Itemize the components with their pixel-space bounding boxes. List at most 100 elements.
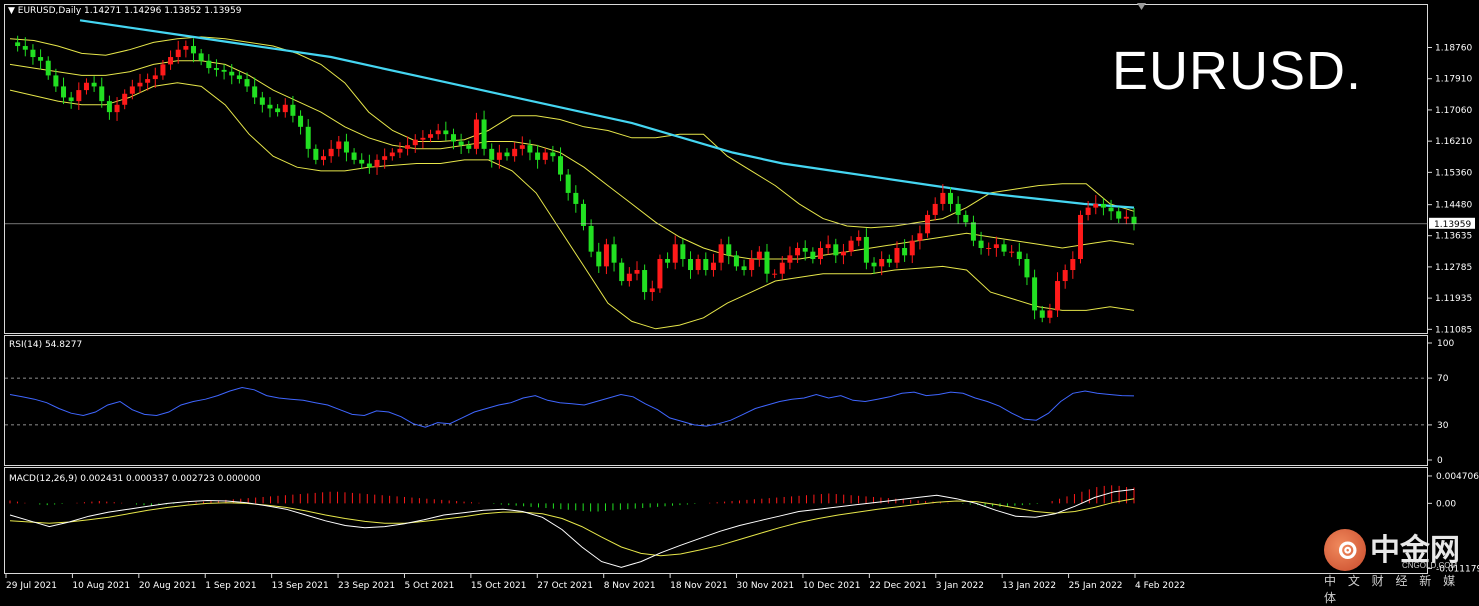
candle-body (30, 49, 36, 58)
time-tick-label: 10 Dec 2021 (803, 581, 861, 591)
symbol-header[interactable]: ▼ EURUSD,Daily 1.14271 1.14296 1.13852 1… (8, 6, 242, 16)
candle-body (550, 152, 556, 157)
candle-body (366, 163, 372, 168)
candle-body (902, 247, 908, 256)
candle-body (191, 46, 197, 54)
candle-body (145, 79, 151, 83)
candle-body (909, 240, 915, 256)
time-tick-label: 13 Jan 2022 (1002, 581, 1056, 591)
candle-body (634, 270, 640, 274)
candle-body (61, 86, 67, 98)
candle-body (947, 192, 953, 204)
rsi-tick-label: 0 (1437, 456, 1443, 466)
candle-body (802, 247, 808, 252)
candle-body (405, 145, 411, 149)
rsi-tick-label: 100 (1437, 339, 1454, 349)
candle-body (756, 251, 762, 260)
candle-body (382, 156, 388, 160)
candle-body (122, 93, 128, 105)
price-tick-label: 1.13635 (1435, 232, 1472, 242)
candle-body (649, 288, 655, 293)
rsi-header: RSI(14) 54.8277 (9, 340, 83, 350)
price-tick-label: 1.11085 (1435, 325, 1472, 335)
time-tick-label: 27 Oct 2021 (537, 581, 593, 591)
time-tick-label: 4 Feb 2022 (1135, 581, 1185, 591)
macd-tick-label: 0.00 (1436, 499, 1456, 509)
time-tick-label: 5 Oct 2021 (404, 581, 454, 591)
candle-body (1001, 244, 1007, 252)
candle-body (955, 203, 961, 215)
candle-body (428, 134, 434, 138)
candle-body (129, 86, 135, 94)
candle-body (787, 255, 793, 263)
candle-body (680, 244, 686, 260)
candle-body (917, 233, 923, 241)
candle-body (328, 148, 334, 157)
candle-body (76, 90, 82, 102)
macd-tick-label: 0.004706 (1436, 472, 1479, 482)
candle-body (305, 126, 311, 149)
candle-body (1062, 270, 1068, 282)
time-tick-label: 18 Nov 2021 (670, 581, 728, 591)
candle-body (512, 148, 518, 157)
candle-body (198, 53, 204, 61)
rsi-tick-label: 70 (1437, 374, 1449, 384)
candle-body (99, 86, 105, 102)
candle-body (703, 259, 709, 271)
candle-body (206, 60, 212, 69)
candle-body (688, 259, 694, 271)
candle-body (573, 192, 579, 204)
candle-body (580, 203, 586, 226)
candle-body (1116, 211, 1122, 219)
candle-body (542, 152, 548, 160)
candle-body (275, 108, 281, 113)
candle-body (749, 259, 755, 271)
candle-body (1070, 259, 1076, 271)
candle-body (795, 247, 801, 256)
time-tick-label: 10 Aug 2021 (72, 581, 130, 591)
candle-body (397, 148, 403, 153)
candle-body (114, 104, 120, 113)
candle-body (435, 130, 441, 135)
candle-body (168, 57, 174, 65)
candle-body (825, 244, 831, 248)
candle-body (175, 49, 181, 58)
candle-body (848, 240, 854, 252)
candle-body (588, 225, 594, 252)
time-tick-label: 20 Aug 2021 (139, 581, 197, 591)
candle-body (733, 255, 739, 267)
candle-body (450, 134, 456, 142)
candle-body (15, 42, 21, 47)
candle-body (978, 240, 984, 248)
candle-body (252, 86, 258, 98)
candle-body (481, 119, 487, 149)
candle-body (940, 192, 946, 204)
candle-body (565, 174, 571, 193)
time-tick-label: 30 Nov 2021 (737, 581, 795, 591)
candle-body (389, 152, 395, 157)
candle-body (527, 145, 533, 153)
candle-body (833, 244, 839, 256)
candle-body (1100, 203, 1106, 208)
candle-body (359, 159, 365, 164)
price-tick-label: 1.14480 (1435, 201, 1472, 211)
cngold-logo-icon: ⊚ (1324, 529, 1366, 571)
candle-body (213, 68, 219, 70)
close-icon[interactable] (1137, 3, 1146, 10)
candle-body (466, 145, 472, 149)
candle-body (672, 244, 678, 263)
candle-body (137, 82, 143, 87)
candle-body (535, 152, 541, 160)
candle-body (351, 152, 357, 160)
candle-body (473, 119, 479, 149)
price-tick-label: 1.12785 (1435, 263, 1472, 273)
candle-body (764, 251, 770, 274)
candle-body (603, 244, 609, 267)
candle-body (1123, 216, 1129, 219)
candle-body (993, 244, 999, 248)
candle-body (244, 79, 250, 87)
candle-body (106, 101, 112, 113)
candle-body (374, 159, 380, 168)
candle-body (504, 152, 510, 157)
candle-body (83, 82, 89, 91)
